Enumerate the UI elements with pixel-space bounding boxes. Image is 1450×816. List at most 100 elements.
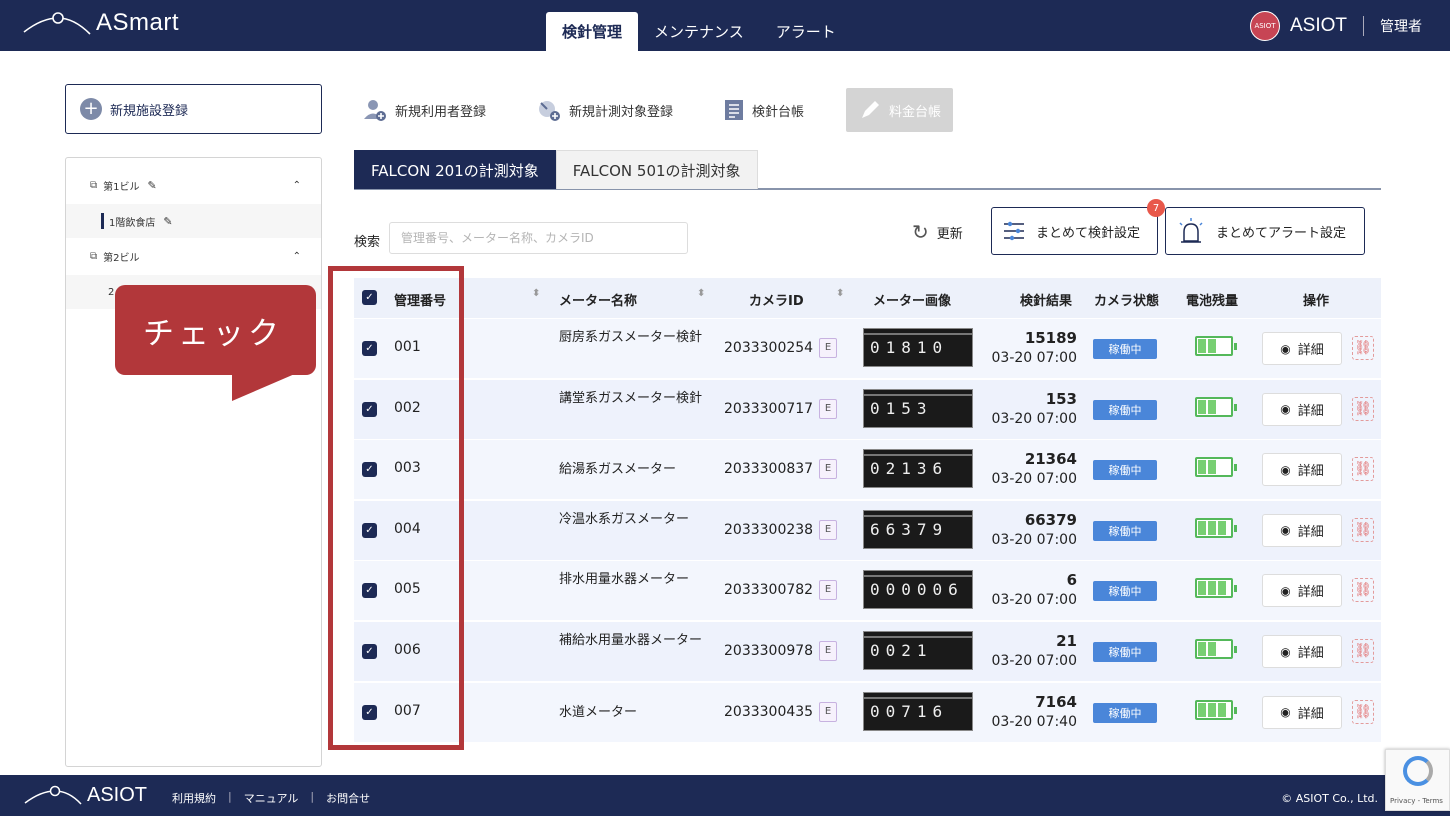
col-name[interactable]: メーター名称 (559, 290, 637, 309)
battery-segment (1218, 581, 1226, 596)
meter-name: 補給水用量水器メーター (559, 633, 703, 648)
meter-name: 厨房系ガスメーター検針 (559, 330, 703, 345)
edit-pencil-icon[interactable]: ✎ (148, 179, 157, 192)
meter-image-frame (864, 393, 972, 396)
tab-maintenance[interactable]: メンテナンス (638, 12, 760, 51)
camera-type-badge: E (819, 580, 838, 601)
table-row: ✓ 005 排水用量水器メーター 2033300782 E 000006 6 03-20 07… (354, 560, 1381, 621)
camera-id-text: 2033300782 (724, 582, 814, 599)
reading-value: 21364 (1024, 450, 1077, 469)
tree-item-label: 第2ビル (103, 252, 140, 264)
unlink-icon[interactable]: ⛓ (1352, 699, 1374, 724)
tab-alert[interactable]: アラート (760, 12, 852, 51)
unlink-icon[interactable]: ⛓ (1352, 517, 1374, 542)
fee-ledger-button[interactable]: 料金台帳 (846, 88, 954, 132)
meter-image[interactable]: 0021 (863, 631, 973, 670)
reading-ledger-button[interactable]: 検針台帳 (723, 88, 804, 132)
brand-name: ASIOT (1289, 15, 1347, 36)
meter-image-digits: 0153 (870, 398, 933, 418)
col-camera[interactable]: カメラID (749, 290, 804, 309)
tab-falcon-501[interactable]: FALCON 501の計測対象 (555, 150, 758, 189)
bulk-alert-settings-button[interactable]: まとめてアラート設定 (1165, 207, 1365, 255)
battery-segment (1208, 339, 1216, 353)
tree-item-1f-restaurant[interactable]: 1階飲食店 ✎ (66, 204, 321, 238)
tree-item-building-1[interactable]: ⧉ 第1ビル ✎ ⌃ (66, 168, 321, 202)
detail-button[interactable]: ◉ 詳細 (1262, 453, 1342, 487)
plus-circle-icon: + (80, 98, 102, 120)
reading-date: 03-20 07:00 (991, 350, 1077, 366)
top-navigation-bar: ASmart 検針管理 メンテナンス アラート ASIOT ASIOT 管理者 (0, 0, 1450, 51)
new-target-button[interactable]: 新規計測対象登録 (536, 88, 673, 132)
reading-result: 15189 03-20 07:00 (992, 328, 1077, 368)
battery-icon (1195, 336, 1237, 356)
meter-image-frame (864, 575, 972, 578)
sort-name-icon[interactable]: ⬍ (697, 289, 705, 299)
collapse-caret-icon[interactable]: ⌃ (293, 251, 301, 262)
battery-segment (1208, 399, 1216, 414)
unlink-icon[interactable]: ⛓ (1352, 457, 1374, 482)
col-result: 検針結果 (1020, 294, 1073, 309)
camera-type-badge: E (819, 338, 838, 358)
contact-link[interactable]: お問合せ (326, 790, 370, 806)
reading-date: 03-20 07:00 (991, 531, 1077, 548)
battery-segment (1198, 642, 1206, 656)
meter-image[interactable]: 0153 (863, 388, 973, 428)
search-input[interactable] (389, 222, 688, 254)
collapse-caret-icon[interactable]: ⌃ (293, 180, 301, 191)
reading-result: 66379 03-20 07:00 (992, 510, 1077, 550)
meter-image[interactable]: 02136 (863, 449, 973, 489)
camera-status-badge: 稼働中 (1093, 460, 1157, 481)
recaptcha-text[interactable]: Privacy - Terms (1390, 797, 1443, 805)
battery-segment (1198, 702, 1206, 717)
detail-label: 詳細 (1297, 464, 1324, 480)
meter-image[interactable]: 01810 (863, 328, 973, 367)
detail-button[interactable]: ◉ 詳細 (1262, 574, 1342, 608)
detail-button[interactable]: ◉ 詳細 (1262, 513, 1342, 547)
unlink-icon[interactable]: ⛓ (1352, 639, 1374, 663)
meter-image-digits: 000006 (870, 580, 964, 600)
unlink-icon[interactable]: ⛓ (1352, 578, 1374, 603)
camera-type-badge: E (819, 519, 838, 540)
bulk-reading-settings-button[interactable]: まとめて検針設定 7 (991, 199, 1165, 255)
camera-type-badge: E (819, 459, 838, 480)
refresh-label: 更新 (936, 226, 963, 242)
terms-link[interactable]: 利用規約 (172, 790, 216, 806)
alarm-light-icon (1176, 217, 1206, 245)
building-icon: ⧉ (90, 250, 98, 262)
sort-id-icon[interactable]: ⬍ (532, 289, 540, 299)
detail-button[interactable]: ◉ 詳細 (1262, 332, 1342, 365)
sort-camera-icon[interactable]: ⬍ (836, 289, 844, 299)
battery-segment (1208, 520, 1216, 535)
logo-arc-icon (24, 785, 82, 805)
battery-segment (1198, 399, 1206, 414)
meter-image-digits: 0021 (870, 641, 933, 660)
camera-id-text: 2033300837 (724, 461, 814, 478)
detail-button[interactable]: ◉ 詳細 (1262, 695, 1342, 729)
manual-link[interactable]: マニュアル (244, 790, 299, 806)
meter-image-frame (864, 696, 972, 699)
reading-result: 6 03-20 07:00 (992, 570, 1077, 610)
reading-result: 21 03-20 07:00 (992, 631, 1077, 671)
tab-falcon-201[interactable]: FALCON 201の計測対象 (354, 150, 556, 189)
detail-label: 詳細 (1297, 343, 1324, 358)
new-facility-button[interactable]: + 新規施設登録 (65, 84, 322, 134)
selected-indicator (101, 213, 104, 229)
edit-pencil-icon[interactable]: ✎ (163, 215, 172, 228)
detail-button[interactable]: ◉ 詳細 (1262, 392, 1342, 426)
asmart-logo[interactable]: ASmart (22, 8, 179, 38)
table-header: ✓ 管理番号 ⬍ メーター名称 ⬍ カメラID ⬍ メーター画像 検針結果 カメ… (354, 278, 1381, 318)
tab-meter-reading[interactable]: 検針管理 (546, 12, 639, 51)
unlink-icon[interactable]: ⛓ (1352, 396, 1374, 421)
tree-item-building-2[interactable]: ⧉ 第2ビル ⌃ (66, 239, 321, 273)
recaptcha-badge[interactable]: Privacy - Terms (1385, 749, 1450, 811)
user-role[interactable]: 管理者 (1380, 16, 1422, 36)
meter-image[interactable]: 000006 (863, 570, 973, 610)
unlink-icon[interactable]: ⛓ (1352, 336, 1374, 360)
new-user-button[interactable]: 新規利用者登録 (362, 88, 486, 132)
refresh-button[interactable]: ↻ 更新 (912, 220, 963, 244)
detail-button[interactable]: ◉ 詳細 (1262, 635, 1342, 668)
camera-id-text: 2033300254 (724, 340, 814, 356)
meter-image[interactable]: 66379 (863, 509, 973, 549)
meter-image[interactable]: 00716 (863, 691, 973, 731)
camera-id-text: 2033300978 (724, 643, 814, 659)
